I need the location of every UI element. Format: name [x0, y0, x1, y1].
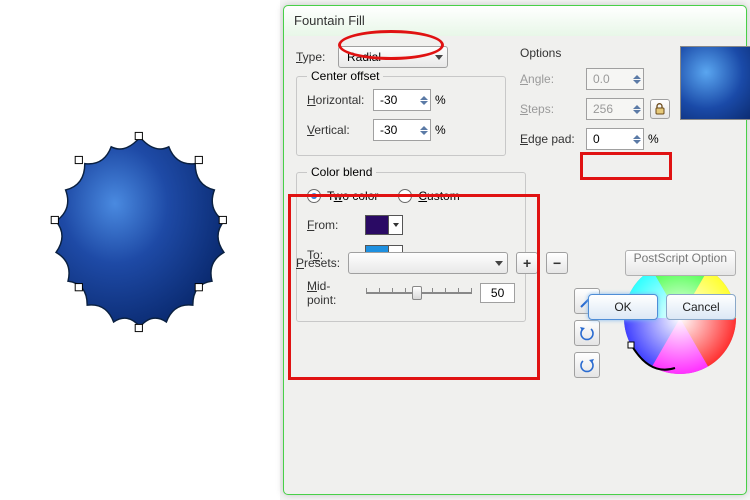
color-blend-legend: Color blend	[307, 165, 376, 179]
edge-pad-label: Edge pad:	[520, 132, 586, 146]
fountain-fill-dialog: Fountain Fill Type: Radial Center offset…	[283, 5, 747, 495]
postscript-label: PostScript Option	[634, 251, 727, 265]
chevron-down-icon	[495, 261, 503, 266]
center-offset-group: Center offset Horizontal: -30 % Vertical…	[296, 76, 506, 156]
vertical-label: Vertical:	[307, 123, 373, 137]
midpoint-slider[interactable]	[366, 284, 472, 302]
angle-value: 0.0	[593, 72, 610, 86]
dialog-title: Fountain Fill	[284, 6, 746, 36]
dialog-title-text: Fountain Fill	[294, 13, 365, 28]
rotate-cw-icon	[579, 357, 595, 373]
edge-pad-spinner[interactable]: 0	[586, 128, 644, 150]
steps-value: 256	[593, 102, 613, 116]
custom-radio[interactable]: Custom	[398, 189, 459, 203]
horizontal-label: Horizontal:	[307, 93, 373, 107]
horizontal-spinner[interactable]: -30	[373, 89, 431, 111]
edge-pad-value: 0	[593, 132, 600, 146]
midpoint-value-box[interactable]: 50	[480, 283, 515, 303]
chevron-down-icon	[388, 216, 402, 234]
highlight-rect-edgepad	[580, 152, 672, 180]
pct-label-3: %	[648, 132, 659, 146]
midpoint-value: 50	[491, 286, 504, 300]
lock-icon	[655, 103, 665, 115]
two-color-radio[interactable]: Two color	[307, 189, 378, 203]
custom-label: Custom	[418, 189, 459, 203]
steps-spinner: 256	[586, 98, 644, 120]
cancel-button[interactable]: Cancel	[666, 294, 736, 320]
minus-icon: −	[553, 255, 561, 271]
cw-path-button[interactable]	[574, 352, 600, 378]
gradient-preview	[680, 46, 750, 120]
two-color-label: Two color	[327, 189, 378, 203]
ok-label: OK	[614, 300, 631, 314]
postscript-options-button[interactable]: PostScript Option	[625, 250, 736, 276]
from-color-picker[interactable]	[365, 215, 403, 235]
ok-button[interactable]: OK	[588, 294, 658, 320]
presets-combobox[interactable]	[348, 252, 508, 274]
cancel-label: Cancel	[682, 300, 719, 314]
center-offset-legend: Center offset	[307, 69, 383, 83]
from-color-swatch	[366, 216, 388, 234]
color-blend-group: Color blend Two color Custom From:	[296, 172, 526, 322]
type-combobox[interactable]: Radial	[338, 46, 448, 68]
horizontal-value: -30	[380, 93, 397, 107]
radio-on-icon	[307, 189, 321, 203]
canvas-area	[0, 0, 280, 500]
vertical-value: -30	[380, 123, 397, 137]
presets-label: Presets:	[296, 256, 340, 270]
midpoint-label: Mid-point:	[307, 279, 358, 307]
type-label: Type:	[296, 50, 332, 64]
lock-button[interactable]	[650, 99, 670, 119]
type-value: Radial	[347, 50, 381, 64]
radio-off-icon	[398, 189, 412, 203]
from-label: From:	[307, 218, 365, 232]
angle-spinner: 0.0	[586, 68, 644, 90]
options-heading: Options	[520, 46, 586, 60]
chevron-down-icon	[435, 55, 443, 60]
starburst-shape	[20, 120, 260, 380]
pct-label: %	[435, 93, 446, 107]
rotate-ccw-icon	[579, 325, 595, 341]
ccw-path-button[interactable]	[574, 320, 600, 346]
steps-label: Steps:	[520, 102, 586, 116]
plus-icon: +	[523, 255, 531, 271]
angle-label: Angle:	[520, 72, 586, 86]
pct-label-2: %	[435, 123, 446, 137]
preset-remove-button[interactable]: −	[546, 252, 568, 274]
vertical-spinner[interactable]: -30	[373, 119, 431, 141]
preset-add-button[interactable]: +	[516, 252, 538, 274]
